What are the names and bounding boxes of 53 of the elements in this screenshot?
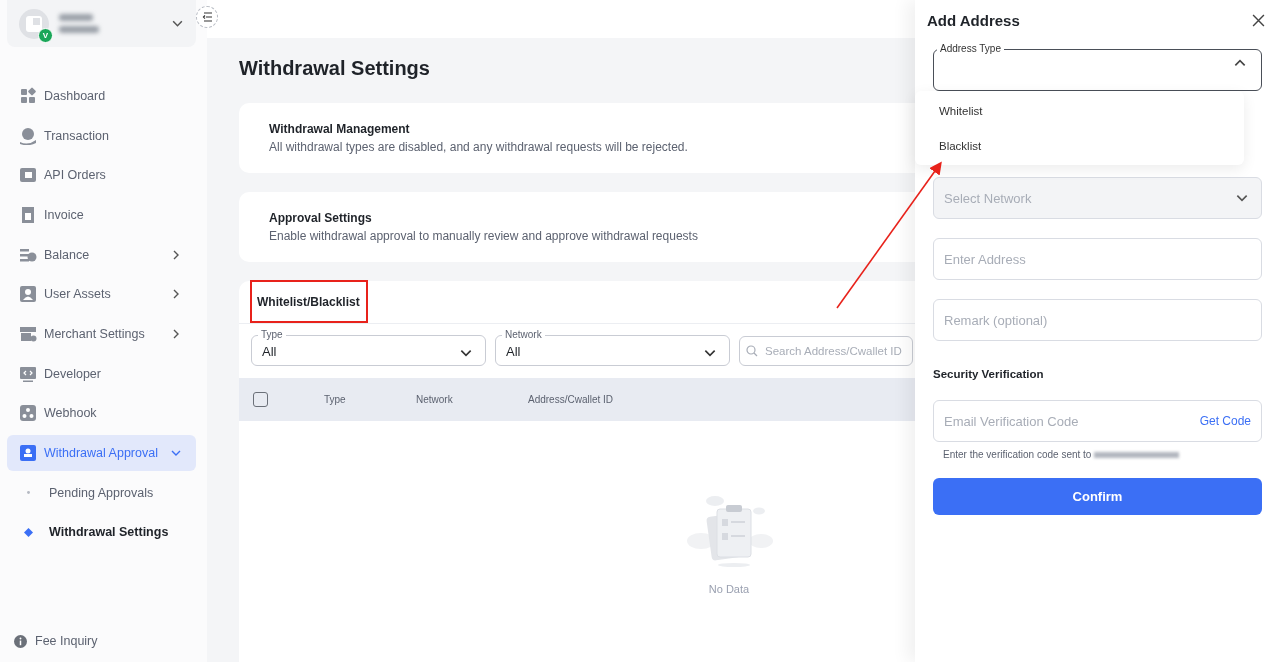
verified-badge: V xyxy=(38,27,53,43)
column-header: Address/Cwallet ID xyxy=(528,394,615,405)
fee-inquiry-link[interactable]: Fee Inquiry xyxy=(14,634,98,648)
close-icon[interactable] xyxy=(1252,13,1265,27)
code-input-field[interactable]: Email Verification Code Get Code xyxy=(933,400,1262,442)
field-label: Type xyxy=(260,329,284,341)
filter-select[interactable]: Type All xyxy=(251,329,486,366)
stamp-icon xyxy=(19,444,37,463)
drawer-title: Add Address xyxy=(927,11,1020,29)
sidebar-item[interactable]: Merchant Settings xyxy=(7,316,196,352)
receipt-icon xyxy=(19,205,37,224)
section-tab[interactable]: Whitelist/Blacklist xyxy=(257,295,360,309)
coin-hand-icon xyxy=(19,126,37,145)
card-description: All withdrawal types are disabled, and any withdrawal requests will be rejected. xyxy=(269,140,688,154)
sidebar-item[interactable]: API Orders xyxy=(7,157,196,194)
sidebar-item[interactable]: Dashboard xyxy=(7,78,196,114)
sidebar-subitem[interactable]: Pending Approvals xyxy=(0,472,207,513)
info-icon xyxy=(14,634,27,648)
redacted-text xyxy=(59,14,99,33)
sidebar-item[interactable]: Webhook xyxy=(7,395,196,432)
field-label: Network xyxy=(504,329,543,341)
column-header: Network xyxy=(416,394,454,405)
dropdown-option[interactable]: Blacklist xyxy=(915,128,1244,163)
search-icon xyxy=(746,345,758,357)
column-header: Type xyxy=(324,394,347,405)
user-icon xyxy=(19,285,37,304)
page-title: Withdrawal Settings xyxy=(239,57,430,81)
filter-select[interactable]: Network All xyxy=(495,329,730,366)
card-title: Approval Settings xyxy=(269,211,372,225)
field-label: Address Type xyxy=(939,42,1002,56)
confirm-button[interactable]: Confirm xyxy=(933,478,1262,515)
dropdown-option[interactable]: Whitelist xyxy=(915,93,1244,128)
sidebar-item[interactable]: Balance xyxy=(7,236,196,273)
sidebar-subitem[interactable]: Withdrawal Settings xyxy=(0,512,207,553)
dashboard-icon xyxy=(19,86,37,105)
sidebar-item[interactable]: Invoice xyxy=(7,197,196,233)
code-icon xyxy=(19,364,37,383)
card-title: Withdrawal Management xyxy=(269,122,410,136)
menu-collapse-icon xyxy=(201,11,213,23)
sidebar-item[interactable]: Withdrawal Approval xyxy=(7,435,196,471)
diamond-icon xyxy=(24,527,33,537)
card-description: Enable withdrawal approval to manually review and approve withdrawal requests xyxy=(269,229,698,243)
sidebar-item[interactable]: Transaction xyxy=(7,117,196,154)
checkbox[interactable] xyxy=(253,392,268,407)
section-heading: Security Verification xyxy=(933,368,1045,380)
sidebar-item[interactable]: User Assets xyxy=(7,276,196,313)
hint-text: Enter the verification code sent to xyxy=(943,449,1092,460)
logo-icon xyxy=(25,14,43,33)
empty-message: No Data xyxy=(708,583,750,595)
get-code-link[interactable]: Get Code xyxy=(1199,414,1251,428)
collapse-button[interactable] xyxy=(196,6,218,28)
webhook-icon xyxy=(19,404,37,423)
sidebar-item[interactable]: Developer xyxy=(7,355,196,392)
